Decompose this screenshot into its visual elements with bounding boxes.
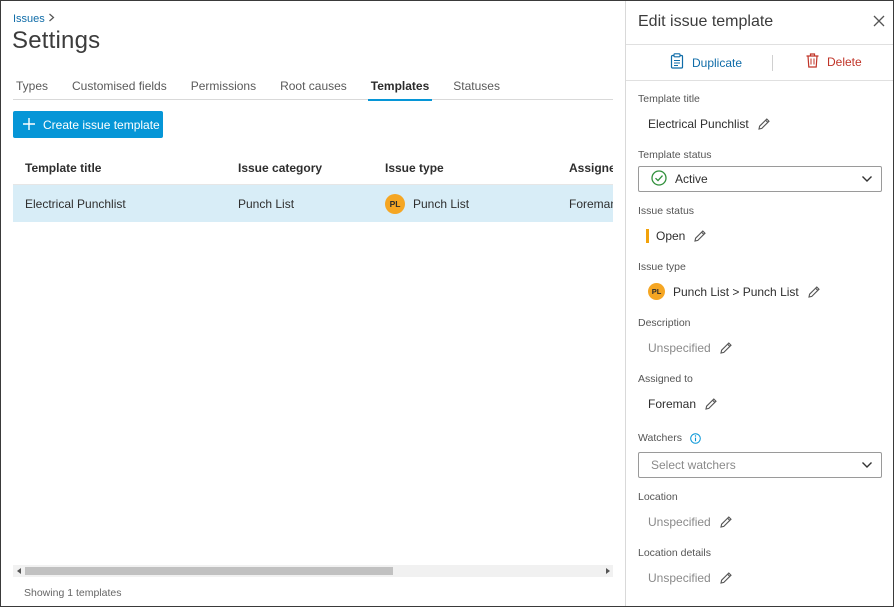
- column-header-template-title[interactable]: Template title: [13, 161, 226, 175]
- plus-icon: [23, 115, 35, 133]
- issue-type-value: Punch List > Punch List: [673, 284, 799, 299]
- table-row[interactable]: Electrical Punchlist Punch List PL Punch…: [13, 185, 613, 222]
- tab-customised-fields[interactable]: Customised fields: [72, 77, 167, 100]
- watchers-label-row: Watchers: [638, 432, 701, 444]
- edit-location-details-pencil-icon[interactable]: [719, 571, 733, 585]
- settings-pane: Issues Settings Types Customised fields …: [1, 1, 625, 606]
- duplicate-icon: [670, 53, 684, 72]
- edit-issue-status-pencil-icon[interactable]: [693, 229, 707, 243]
- cell-issue-category: Punch List: [238, 196, 295, 211]
- tab-permissions[interactable]: Permissions: [191, 77, 256, 100]
- tab-templates[interactable]: Templates: [367, 77, 433, 101]
- template-status-value: Active: [675, 172, 708, 186]
- location-details-value: Unspecified: [648, 571, 711, 585]
- issue-type-label: Issue type: [638, 261, 686, 273]
- app-frame: Issues Settings Types Customised fields …: [0, 0, 894, 607]
- description-field: Unspecified: [648, 341, 733, 355]
- edit-location-pencil-icon[interactable]: [719, 515, 733, 529]
- delete-label: Delete: [827, 55, 862, 69]
- issue-status-field: Open: [646, 229, 707, 243]
- watchers-label: Watchers: [638, 432, 682, 444]
- cell-template-title: Electrical Punchlist: [25, 196, 126, 211]
- column-header-issue-category[interactable]: Issue category: [226, 161, 373, 175]
- templates-table: Template title Issue category Issue type…: [13, 151, 613, 222]
- issue-type-text: Punch List: [413, 196, 470, 211]
- location-label: Location: [638, 491, 678, 503]
- location-field: Unspecified: [648, 515, 733, 529]
- cell-assigned: Foreman: [569, 196, 613, 211]
- scroll-left-icon[interactable]: [13, 565, 25, 577]
- watchers-select[interactable]: Select watchers: [638, 452, 882, 478]
- description-value: Unspecified: [648, 341, 711, 355]
- tab-statuses[interactable]: Statuses: [453, 77, 500, 100]
- panel-actions: Duplicate Delete: [626, 51, 893, 75]
- breadcrumb-issues-link[interactable]: Issues: [13, 13, 45, 25]
- assigned-to-field: Foreman: [648, 397, 718, 411]
- panel-divider: [626, 80, 893, 81]
- create-issue-template-button[interactable]: Create issue template: [13, 111, 163, 138]
- panel-title: Edit issue template: [638, 13, 774, 30]
- chevron-down-icon: [861, 459, 873, 474]
- edit-issue-type-pencil-icon[interactable]: [807, 285, 821, 299]
- panel-divider: [626, 44, 893, 45]
- tab-types[interactable]: Types: [16, 77, 48, 100]
- action-separator: [772, 55, 773, 71]
- location-value: Unspecified: [648, 515, 711, 529]
- breadcrumb: Issues: [13, 13, 55, 25]
- assigned-to-value: Foreman: [648, 397, 697, 411]
- template-title-value: Electrical Punchlist: [648, 117, 749, 131]
- chevron-right-icon: [48, 13, 55, 25]
- assigned-to-label: Assigned to: [638, 373, 693, 385]
- issue-type-badge: PL: [648, 283, 665, 300]
- settings-tabs: Types Customised fields Permissions Root…: [13, 77, 613, 101]
- issue-type-field: PL Punch List > Punch List: [648, 283, 821, 300]
- edit-description-pencil-icon[interactable]: [719, 341, 733, 355]
- duplicate-label: Duplicate: [692, 55, 743, 70]
- template-status-select[interactable]: Active: [638, 166, 882, 192]
- issue-type-badge: PL: [385, 193, 405, 214]
- template-status-label: Template status: [638, 149, 712, 161]
- templates-count: Showing 1 templates: [24, 587, 122, 599]
- template-title-label: Template title: [638, 93, 700, 105]
- issue-status-value: Open: [656, 229, 686, 243]
- column-header-issue-type[interactable]: Issue type: [373, 161, 557, 175]
- description-label: Description: [638, 317, 691, 329]
- check-circle-icon: [651, 169, 667, 189]
- location-details-label: Location details: [638, 547, 711, 559]
- edit-template-title-pencil-icon[interactable]: [757, 117, 771, 131]
- close-icon[interactable]: [869, 11, 889, 31]
- watchers-placeholder: Select watchers: [651, 458, 736, 472]
- template-title-field: Electrical Punchlist: [648, 117, 771, 131]
- create-issue-template-label: Create issue template: [43, 117, 160, 132]
- horizontal-scrollbar[interactable]: [13, 565, 613, 577]
- edit-assigned-to-pencil-icon[interactable]: [704, 397, 718, 411]
- delete-button[interactable]: Delete: [806, 53, 862, 71]
- issue-status-label: Issue status: [638, 205, 695, 217]
- column-header-assigned[interactable]: Assigned: [557, 161, 613, 175]
- chevron-down-icon: [861, 173, 873, 188]
- table-header: Template title Issue category Issue type…: [13, 151, 613, 185]
- tab-root-causes[interactable]: Root causes: [280, 77, 347, 100]
- duplicate-button[interactable]: Duplicate: [670, 53, 742, 72]
- location-details-field: Unspecified: [648, 571, 733, 585]
- edit-template-panel: Edit issue template Duplicate Delete Tem…: [625, 1, 893, 606]
- cell-issue-type: PL Punch List: [373, 193, 557, 214]
- trash-icon: [806, 53, 819, 71]
- scroll-right-icon[interactable]: [601, 565, 613, 577]
- status-color-bar: [646, 229, 649, 243]
- page-title: Settings: [12, 27, 101, 54]
- info-icon[interactable]: [690, 432, 701, 444]
- scrollbar-thumb[interactable]: [25, 567, 393, 575]
